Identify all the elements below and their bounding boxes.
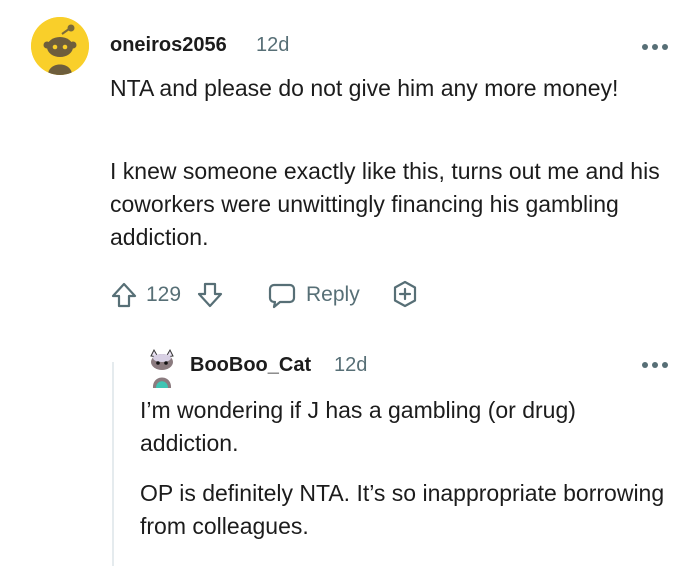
comment-username[interactable]: BooBoo_Cat: [190, 354, 311, 377]
comment-paragraph: I knew someone exactly like this, turns …: [110, 158, 660, 250]
comment-paragraph: I’m wondering if J has a gambling (or dr…: [140, 397, 576, 456]
cat-avatar-icon: [150, 348, 174, 388]
comment-age[interactable]: 12d: [256, 34, 289, 57]
user-avatar[interactable]: [144, 348, 180, 388]
more-horizontal-icon[interactable]: [641, 39, 669, 50]
comment-paragraph: OP is definitely NTA. It’s so inappropri…: [140, 480, 665, 539]
reply-button[interactable]: Reply: [306, 281, 360, 309]
user-avatar[interactable]: [31, 17, 89, 75]
upvote-arrow-icon[interactable]: [108, 279, 140, 311]
downvote-arrow-icon[interactable]: [194, 279, 226, 311]
comment-age[interactable]: 12d: [334, 354, 367, 377]
add-award-icon[interactable]: [389, 278, 421, 310]
vote-score: 129: [146, 283, 182, 306]
comment-username[interactable]: oneiros2056: [110, 34, 227, 57]
snoo-avatar-icon: [31, 17, 89, 75]
more-horizontal-icon[interactable]: [641, 357, 669, 368]
speech-bubble-icon[interactable]: [266, 279, 298, 311]
comment-paragraph: NTA and please do not give him any more …: [110, 75, 619, 101]
thread-line[interactable]: [112, 362, 114, 566]
